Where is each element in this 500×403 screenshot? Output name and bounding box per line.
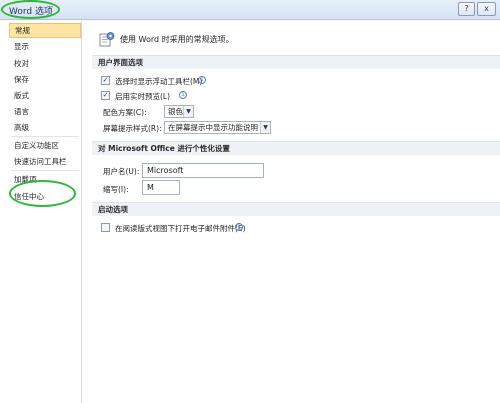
- options-sidebar: 常规 显示 校对 保存 版式 语言 高级 自定义功能区 快速访问工具栏 加载项 …: [7, 21, 82, 403]
- section-header-startup: 启动选项: [92, 202, 500, 216]
- mini-toolbar-checkbox[interactable]: ✓: [101, 76, 110, 85]
- username-field[interactable]: Microsoft: [142, 163, 264, 178]
- sidebar-item-quick-access-toolbar[interactable]: 快速访问工具栏: [9, 154, 81, 169]
- general-options-panel: 使用 Word 时采用的常规选项。 用户界面选项 ✓ 选择时显示浮动工具栏(M)…: [90, 21, 500, 403]
- color-scheme-select[interactable]: 银色 ▼: [164, 105, 194, 118]
- sidebar-divider: [11, 170, 79, 171]
- initials-value: M: [147, 183, 154, 192]
- info-icon: i: [235, 223, 243, 231]
- sidebar-item-advanced[interactable]: 高级: [9, 120, 81, 135]
- sidebar-item-display[interactable]: 显示: [9, 39, 81, 54]
- section-header-ui-options: 用户界面选项: [92, 55, 500, 69]
- live-preview-checkbox[interactable]: ✓: [101, 91, 110, 100]
- info-icon: i: [198, 76, 206, 84]
- sidebar-item-customize-ribbon[interactable]: 自定义功能区: [9, 138, 81, 153]
- close-icon: x: [484, 4, 489, 13]
- sidebar-item-save[interactable]: 保存: [9, 72, 81, 87]
- close-button[interactable]: x: [477, 2, 496, 16]
- live-preview-label: 启用实时预览(L): [115, 92, 171, 101]
- sidebar-item-general[interactable]: 常规: [9, 23, 81, 38]
- help-icon: ?: [464, 4, 469, 13]
- sidebar-item-language[interactable]: 语言: [9, 104, 81, 119]
- section-header-personalize: 对 Microsoft Office 进行个性化设置: [92, 141, 500, 155]
- mini-toolbar-label: 选择时显示浮动工具栏(M): [115, 77, 203, 86]
- help-button[interactable]: ?: [458, 2, 475, 16]
- chevron-down-icon: ▼: [183, 106, 193, 117]
- word-options-window: Word 选项 ? x 常规 显示 校对 保存 版式 语言 高级 自定义功能区 …: [0, 0, 500, 403]
- sidebar-item-proofing[interactable]: 校对: [9, 56, 81, 71]
- username-label: 用户名(U):: [103, 167, 140, 176]
- reading-layout-checkbox[interactable]: [101, 223, 110, 232]
- color-scheme-value: 银色: [168, 107, 183, 116]
- username-value: Microsoft: [147, 166, 184, 175]
- screentip-style-select[interactable]: 在屏幕提示中显示功能说明 ▼: [164, 121, 271, 134]
- initials-label: 缩写(I):: [103, 185, 129, 194]
- screentip-style-value: 在屏幕提示中显示功能说明: [168, 123, 258, 132]
- info-icon: i: [179, 91, 187, 99]
- reading-layout-label: 在阅读版式视图下打开电子邮件附件(E): [115, 224, 246, 233]
- general-options-icon: [99, 32, 115, 47]
- title-annotation-circle: [1, 0, 60, 19]
- screentip-style-label: 屏幕提示样式(R):: [103, 124, 162, 133]
- panel-description: 使用 Word 时采用的常规选项。: [120, 35, 234, 44]
- trust-center-annotation-circle: [9, 180, 76, 207]
- color-scheme-label: 配色方案(C):: [103, 108, 147, 117]
- sidebar-divider: [11, 136, 79, 137]
- sidebar-item-layout[interactable]: 版式: [9, 88, 81, 103]
- chevron-down-icon: ▼: [260, 122, 270, 133]
- initials-field[interactable]: M: [142, 180, 180, 195]
- title-bar: Word 选项 ? x: [0, 0, 500, 20]
